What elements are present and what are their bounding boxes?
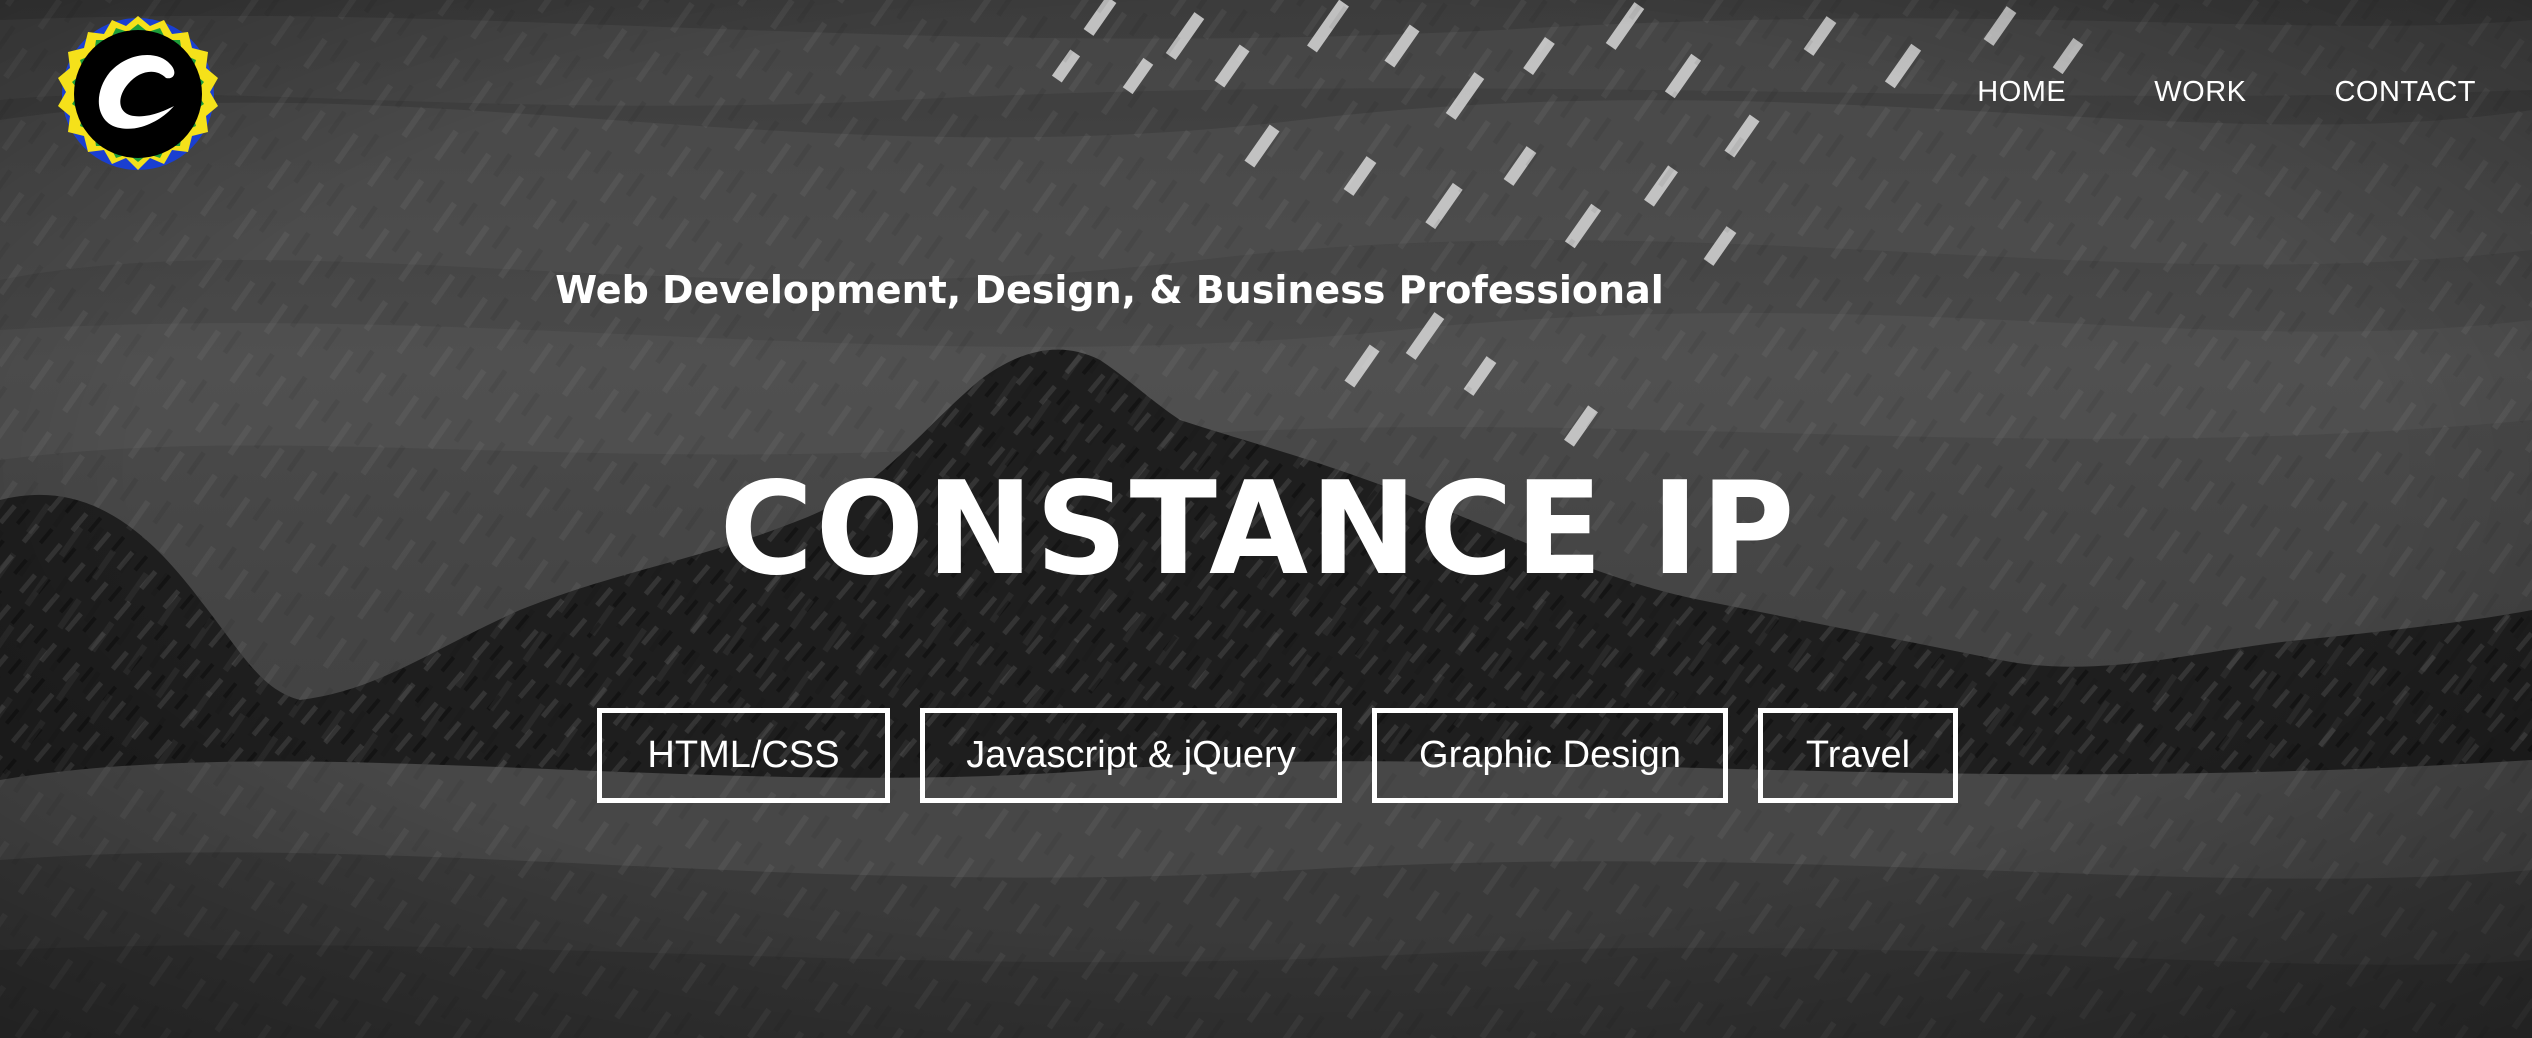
skill-tags: HTML/CSS Javascript & jQuery Graphic Des…	[597, 708, 1958, 803]
hero-subtitle: Web Development, Design, & Business Prof…	[555, 268, 1664, 312]
tag-travel-button[interactable]: Travel	[1758, 708, 1958, 803]
logo-c-icon	[58, 16, 218, 170]
nav-home-link[interactable]: HOME	[1977, 72, 2066, 112]
page: HOME WORK CONTACT Web Development, Desig…	[0, 0, 2532, 1038]
main-nav: HOME WORK CONTACT	[1889, 72, 2476, 112]
hero-title: CONSTANCE IP	[719, 455, 1797, 604]
site-logo[interactable]	[58, 14, 218, 174]
nav-work-link[interactable]: WORK	[2154, 72, 2246, 112]
tag-javascript-jquery-button[interactable]: Javascript & jQuery	[920, 708, 1342, 803]
nav-contact-link[interactable]: CONTACT	[2334, 72, 2476, 112]
tag-html-css-button[interactable]: HTML/CSS	[597, 708, 890, 803]
tag-graphic-design-button[interactable]: Graphic Design	[1372, 708, 1728, 803]
